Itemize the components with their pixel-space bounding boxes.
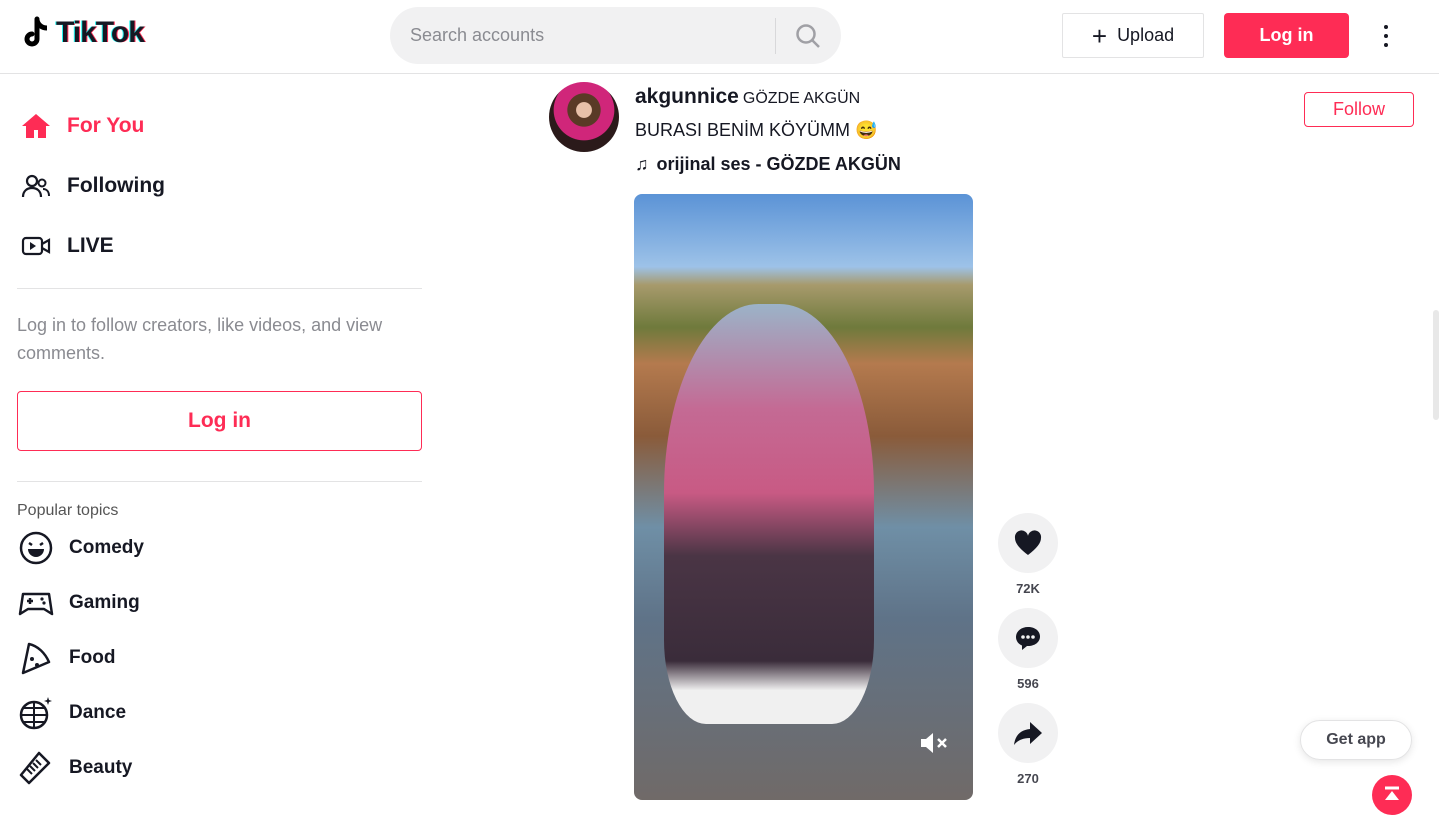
scroll-to-top-button[interactable] bbox=[1372, 775, 1412, 815]
tiktok-logo[interactable]: TikTok bbox=[22, 16, 145, 50]
arrow-up-icon bbox=[1385, 786, 1399, 800]
nav-label: LIVE bbox=[67, 234, 114, 257]
topic-label: Dance bbox=[69, 701, 127, 723]
like-count: 72K bbox=[1016, 581, 1040, 596]
topic-label: Food bbox=[69, 646, 116, 668]
action-bar: 72K 596 270 bbox=[998, 513, 1058, 798]
comment-icon bbox=[1016, 627, 1040, 650]
plus-icon: + bbox=[1091, 20, 1108, 51]
music-link[interactable]: ♫ orijinal ses - GÖZDE AKGÜN bbox=[635, 154, 901, 175]
search-icon bbox=[796, 23, 820, 48]
creator-name[interactable]: akgunnice GÖZDE AKGÜN bbox=[635, 85, 860, 109]
share-icon bbox=[1014, 722, 1042, 745]
music-note-icon: ♫ bbox=[635, 154, 649, 174]
logo-text: TikTok bbox=[56, 16, 145, 49]
nav-label: For You bbox=[67, 114, 145, 137]
video-player[interactable] bbox=[634, 194, 973, 800]
username[interactable]: akgunnice bbox=[635, 85, 739, 108]
like-button[interactable]: 72K bbox=[998, 513, 1058, 596]
nickname: GÖZDE AKGÜN bbox=[742, 90, 861, 107]
get-app-button[interactable]: Get app bbox=[1300, 720, 1412, 760]
video-frame-subject bbox=[664, 304, 874, 724]
topic-beauty[interactable]: Beauty bbox=[17, 740, 422, 795]
more-menu-icon[interactable] bbox=[1374, 22, 1398, 50]
search-button[interactable] bbox=[776, 23, 840, 49]
topic-label: Gaming bbox=[69, 591, 140, 613]
topic-dance[interactable]: Dance bbox=[17, 685, 422, 740]
home-icon bbox=[22, 114, 50, 138]
sidebar: For You Following LIVE Log in to follow … bbox=[17, 74, 422, 795]
users-icon bbox=[21, 174, 50, 198]
topic-label: Beauty bbox=[69, 756, 133, 778]
video-caption: BURASI BENİM KÖYÜMM 😅 bbox=[635, 120, 878, 140]
nav-label: Following bbox=[67, 174, 165, 197]
divider bbox=[17, 481, 422, 482]
topic-comedy[interactable]: Comedy bbox=[17, 520, 422, 575]
scrollbar[interactable] bbox=[1433, 310, 1439, 420]
topic-gaming[interactable]: Gaming bbox=[17, 575, 422, 630]
upload-button[interactable]: + Upload bbox=[1062, 13, 1204, 58]
smile-icon bbox=[19, 531, 53, 564]
topic-food[interactable]: Food bbox=[17, 630, 422, 685]
upload-label: Upload bbox=[1117, 25, 1175, 45]
search-bar bbox=[390, 7, 841, 64]
comment-button[interactable]: 596 bbox=[998, 608, 1058, 691]
share-button[interactable]: 270 bbox=[998, 703, 1058, 786]
heart-icon bbox=[1014, 530, 1042, 555]
search-input[interactable] bbox=[390, 25, 775, 46]
follow-button[interactable]: Follow bbox=[1304, 92, 1414, 127]
muted-speaker-icon[interactable] bbox=[919, 731, 949, 755]
divider bbox=[17, 288, 422, 289]
topic-label: Comedy bbox=[69, 536, 144, 558]
pizza-icon bbox=[21, 642, 51, 674]
creator-avatar[interactable] bbox=[549, 82, 619, 152]
tiktok-note-icon bbox=[24, 16, 48, 47]
top-header: TikTok + Upload Log in bbox=[0, 0, 1439, 74]
login-button[interactable]: Log in bbox=[1224, 13, 1349, 58]
popular-topics-heading: Popular topics bbox=[17, 502, 119, 519]
live-icon bbox=[21, 236, 51, 256]
comb-icon bbox=[19, 751, 51, 784]
gamepad-icon bbox=[18, 592, 54, 615]
disco-ball-icon bbox=[19, 696, 52, 729]
sidebar-item-following[interactable]: Following bbox=[17, 156, 422, 216]
comment-count: 596 bbox=[1017, 676, 1039, 691]
sidebar-item-live[interactable]: LIVE bbox=[17, 216, 422, 276]
login-hint: Log in to follow creators, like videos, … bbox=[17, 315, 383, 363]
sidebar-item-for-you[interactable]: For You bbox=[17, 96, 422, 156]
music-title: orijinal ses - GÖZDE AKGÜN bbox=[656, 154, 901, 174]
share-count: 270 bbox=[1017, 771, 1039, 786]
sidebar-login-button[interactable]: Log in bbox=[17, 391, 422, 451]
